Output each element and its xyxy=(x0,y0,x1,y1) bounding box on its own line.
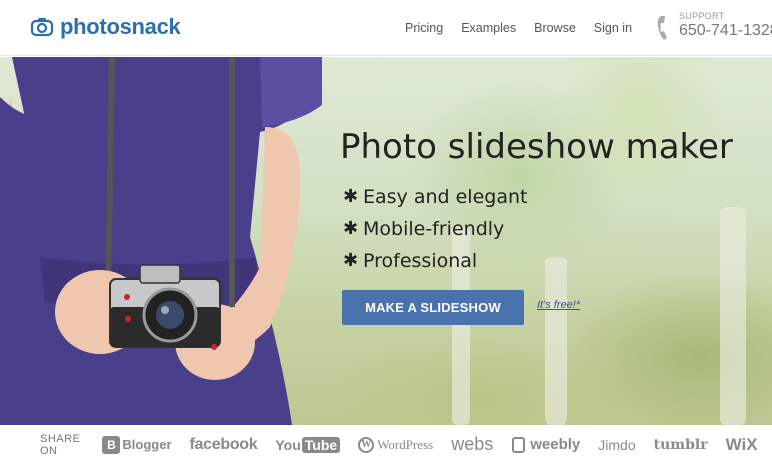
nav-examples[interactable]: Examples xyxy=(461,21,516,35)
hero-headline: Photo slideshow maker xyxy=(340,127,733,167)
share-facebook[interactable]: facebook xyxy=(190,436,258,454)
blogger-label: Blogger xyxy=(122,437,172,452)
feature-label: Professional xyxy=(363,250,478,272)
weebly-icon xyxy=(512,436,526,453)
make-slideshow-button[interactable]: MAKE A SLIDESHOW xyxy=(342,290,524,325)
facebook-label: facebook xyxy=(189,435,258,453)
star-icon: ✱ xyxy=(343,186,359,207)
background-tree xyxy=(545,257,567,425)
share-weebly[interactable]: weebly xyxy=(511,436,580,454)
tumblr-label: tumblr xyxy=(653,436,708,453)
feature-list: ✱ Easy and elegant ✱ Mobile-friendly ✱ P… xyxy=(343,181,527,277)
share-youtube[interactable]: You Tube xyxy=(275,436,341,453)
support-label: SUPPORT xyxy=(679,11,725,21)
weebly-label: weebly xyxy=(530,436,581,453)
youtube-label-you: You xyxy=(275,436,301,453)
feature-item: ✱ Easy and elegant xyxy=(343,181,527,213)
youtube-label-tube: Tube xyxy=(301,436,341,453)
wix-label: WiX xyxy=(725,434,758,454)
wordpress-icon: W xyxy=(358,436,375,453)
share-webs[interactable]: webs xyxy=(451,434,493,455)
woman-with-camera-photo xyxy=(0,57,322,425)
nav-pricing[interactable]: Pricing xyxy=(405,21,443,35)
share-tumblr[interactable]: tumblr xyxy=(654,437,708,453)
jimdo-label: Jimdo xyxy=(598,436,636,453)
camera-logo-icon xyxy=(30,18,54,37)
wordpress-label: WordPress xyxy=(377,436,434,452)
share-blogger[interactable]: B Blogger xyxy=(102,435,172,454)
nav-sign-in[interactable]: Sign in xyxy=(594,21,632,35)
hero-banner: Photo slideshow maker ✱ Easy and elegant… xyxy=(0,57,772,425)
share-on-label: SHARE ON xyxy=(40,432,81,457)
webs-label: webs xyxy=(451,434,494,454)
background-tree xyxy=(720,207,746,425)
nav-browse[interactable]: Browse xyxy=(534,21,576,35)
photosnack-logo[interactable]: photosnack xyxy=(30,14,181,40)
support-contact: SUPPORT 650-741-1328 xyxy=(656,12,772,42)
share-bar: SHARE ON B Blogger facebook You Tube W W… xyxy=(0,425,772,464)
site-header: photosnack Pricing Examples Browse Sign … xyxy=(0,0,772,56)
its-free-link[interactable]: It's free!* xyxy=(537,299,580,311)
feature-label: Easy and elegant xyxy=(363,186,528,208)
blogger-icon: B xyxy=(102,435,121,454)
star-icon: ✱ xyxy=(343,218,359,239)
phone-icon xyxy=(657,16,667,40)
share-wix[interactable]: WiX xyxy=(726,435,758,455)
star-icon: ✱ xyxy=(343,250,359,271)
feature-item: ✱ Professional xyxy=(343,245,527,277)
feature-item: ✱ Mobile-friendly xyxy=(343,213,527,245)
support-number[interactable]: 650-741-1328 xyxy=(679,23,772,39)
share-jimdo[interactable]: Jimdo xyxy=(598,437,635,453)
main-nav: Pricing Examples Browse Sign in xyxy=(405,21,650,35)
feature-label: Mobile-friendly xyxy=(363,218,505,240)
logo-text: photosnack xyxy=(60,14,181,39)
share-wordpress[interactable]: W WordPress xyxy=(358,436,434,453)
